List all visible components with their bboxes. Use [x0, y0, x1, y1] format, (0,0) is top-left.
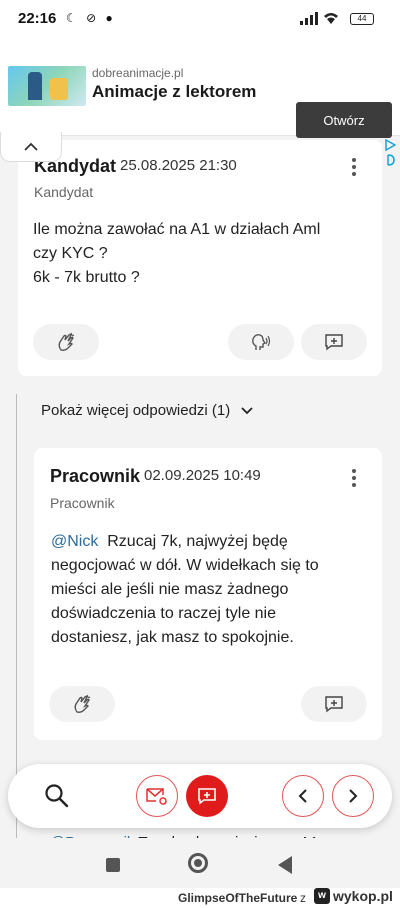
reply-icon: [325, 334, 343, 351]
comment-line: mieści ale jeśli nie masz żadnego: [51, 581, 289, 598]
reply-icon: [325, 696, 343, 713]
add-comment-button[interactable]: [186, 775, 228, 817]
ad-banner[interactable]: dobreanimacje.pl Animacje z lektorem Otw…: [0, 36, 400, 166]
comment-date: 25.08.2025 21:30: [120, 157, 237, 174]
clap-icon: [58, 332, 75, 351]
comment-line: dostaniesz, jak masz to spokojnie.: [51, 629, 294, 646]
clap-icon: [74, 694, 91, 713]
chevron-up-icon: [24, 142, 38, 151]
clap-button[interactable]: [49, 686, 115, 722]
comment-body: @Nick Rzucaj 7k, najwyżej będę negocjowa…: [51, 530, 376, 650]
speak-button[interactable]: [228, 324, 294, 360]
signal-wifi-icon: [300, 12, 338, 25]
wykop-logo: w wykop.pl: [314, 888, 393, 904]
comment-role: Kandydat: [34, 184, 94, 200]
search-button[interactable]: [36, 775, 78, 817]
comment-card: Pracownik 02.09.2025 10:49 Pracownik @Ni…: [34, 448, 382, 740]
chevron-right-icon: [349, 789, 358, 803]
status-bar: 22:16 ☾ ⊘ ● 44: [0, 0, 400, 36]
more-options-icon[interactable]: [344, 466, 364, 490]
show-more-replies-button[interactable]: Pokaż więcej odpowiedzi (1): [41, 402, 254, 419]
previous-button[interactable]: [282, 775, 324, 817]
search-icon: [45, 784, 69, 808]
ad-thumbnail[interactable]: [8, 66, 86, 106]
ad-headline[interactable]: Animacje z lektorem: [92, 82, 256, 102]
voice-icon: [252, 334, 271, 350]
collapse-ad-button[interactable]: [0, 132, 62, 162]
mention-mail-button[interactable]: [136, 775, 178, 817]
next-button[interactable]: [332, 775, 374, 817]
status-time: 22:16: [18, 10, 57, 27]
comment-card: Kandydat 25.08.2025 21:30 Kandydat Ile m…: [18, 140, 382, 376]
comment-text: Rzucaj 7k, najwyżej będę: [107, 533, 288, 550]
watermark-user: GlimpseOfTheFuture: [178, 891, 298, 905]
system-nav-bar: [0, 838, 400, 888]
more-options-icon[interactable]: [344, 155, 364, 179]
comment-author[interactable]: Pracownik: [50, 466, 140, 487]
watermark-separator: z: [300, 891, 306, 905]
wykop-logo-text: wykop.pl: [333, 888, 393, 904]
mention-link[interactable]: @Nick: [51, 533, 98, 550]
comment-line: doświadczenia to raczej tyle nie: [51, 605, 277, 622]
comment-line: 6k - 7k brutto ?: [33, 269, 140, 286]
show-more-replies-label: Pokaż więcej odpowiedzi (1): [41, 402, 231, 419]
reply-button[interactable]: [301, 686, 367, 722]
chevron-down-icon: [241, 406, 253, 414]
comment-line: czy KYC ?: [33, 245, 108, 262]
ad-domain: dobreanimacje.pl: [92, 66, 184, 80]
comment-line: negocjować w dół. W widełkach się to: [51, 557, 319, 574]
chevron-left-icon: [298, 789, 307, 803]
ad-open-button[interactable]: Otwórz: [296, 102, 392, 138]
comment-line: Ile można zawołać na A1 w działach Aml: [33, 221, 321, 238]
clap-button[interactable]: [33, 324, 99, 360]
comment-date: 02.09.2025 10:49: [144, 467, 261, 484]
floating-action-bar: [8, 764, 392, 828]
comment-body: Ile można zawołać na A1 w działach Aml c…: [33, 218, 373, 290]
home-icon[interactable]: [188, 853, 208, 873]
mail-at-icon: [146, 788, 167, 805]
battery-icon: 44: [350, 13, 374, 25]
wykop-logo-icon: w: [314, 888, 330, 904]
back-icon[interactable]: [278, 856, 292, 874]
status-notification-icons: ☾ ⊘ ●: [66, 11, 116, 25]
comment-role: Pracownik: [50, 495, 115, 511]
adchoices-icon[interactable]: [384, 138, 396, 166]
recents-icon[interactable]: [106, 858, 120, 872]
comment-line: @Nick Rzucaj 7k, najwyżej będę: [51, 530, 376, 554]
watermark: GlimpseOfTheFuture z w wykop.pl: [0, 888, 400, 908]
add-comment-icon: [198, 788, 216, 805]
reply-button[interactable]: [301, 324, 367, 360]
